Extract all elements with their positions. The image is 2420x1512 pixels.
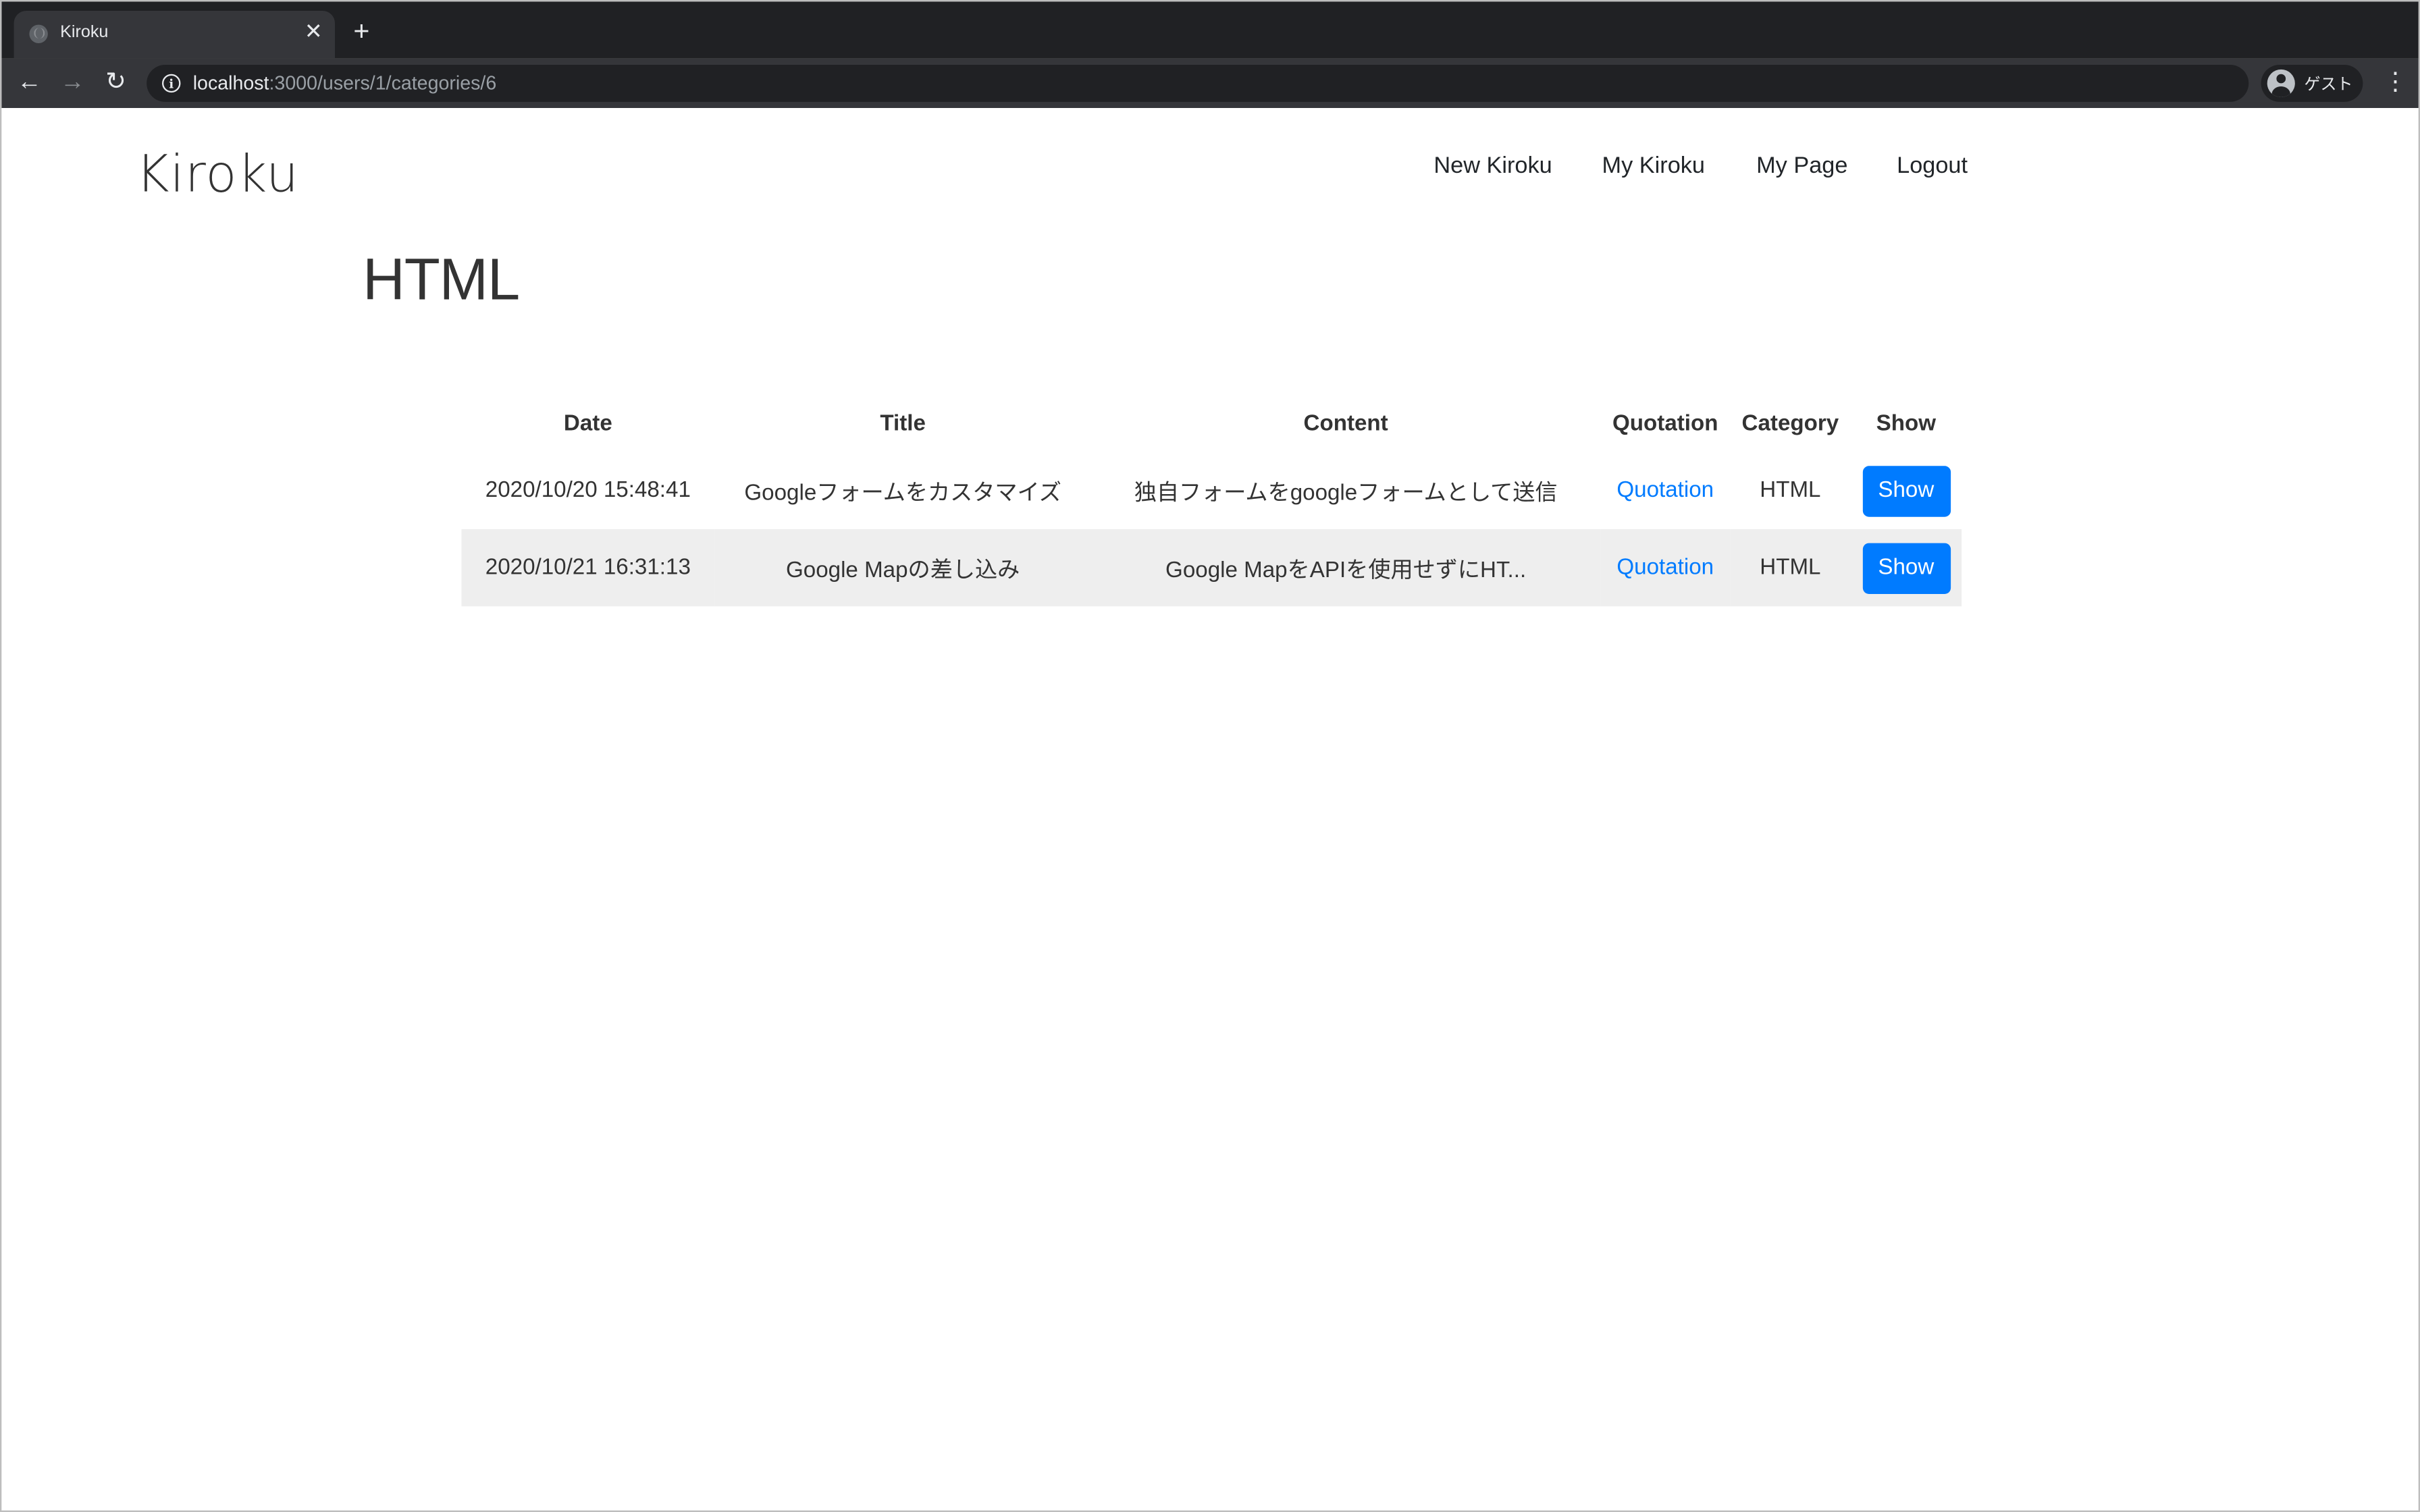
- url-text: localhost:3000/users/1/categories/6: [193, 72, 497, 94]
- cell-quotation: Quotation: [1600, 452, 1730, 529]
- profile-label: ゲスト: [2304, 75, 2353, 94]
- quotation-link[interactable]: Quotation: [1616, 556, 1714, 580]
- tab-strip: Kiroku ✕ +: [1, 1, 2419, 59]
- column-header-quotation: Quotation: [1612, 412, 1718, 437]
- reload-icon[interactable]: ↻: [99, 66, 132, 100]
- cell-date: 2020/10/21 16:31:13: [461, 529, 715, 607]
- browser-tab[interactable]: Kiroku ✕: [14, 10, 335, 59]
- new-tab-icon[interactable]: +: [353, 17, 369, 45]
- back-arrow-icon[interactable]: ←: [12, 66, 46, 100]
- show-button[interactable]: Show: [1862, 465, 1950, 516]
- show-button[interactable]: Show: [1862, 542, 1950, 593]
- cell-content: 独自フォームをgoogleフォームとして送信: [1134, 480, 1558, 506]
- cell-quotation: Quotation: [1600, 529, 1731, 607]
- browser-toolbar: ← → ↻ i localhost:3000/users/1/categorie…: [1, 58, 2419, 108]
- column-header-date: Date: [563, 412, 612, 437]
- cell-content: Google MapをAPIを使用せずにHT...: [1090, 529, 1601, 607]
- nav-my-page[interactable]: My Page: [1756, 153, 1847, 179]
- cell-title: Googleフォームをカスタマイズ: [744, 480, 1061, 506]
- cell-date: 2020/10/20 15:48:41: [485, 478, 691, 504]
- column-header-show: Show: [1876, 412, 1937, 437]
- forward-arrow-icon[interactable]: →: [55, 66, 89, 100]
- browser-window: Kiroku ✕ + ← → ↻ i localhost:3000/users/…: [0, 0, 2420, 1512]
- cell-title: Google Mapの差し込み: [714, 529, 1091, 607]
- tab-title: Kiroku: [60, 23, 109, 42]
- column-header-title: Title: [880, 412, 926, 437]
- url-host: localhost: [192, 72, 269, 94]
- close-icon[interactable]: ✕: [305, 20, 323, 42]
- kiroku-table: Date Title Content Quotation Category Sh…: [461, 396, 1962, 607]
- cell-show: Show: [1850, 529, 1962, 607]
- cell-category: HTML: [1730, 529, 1851, 607]
- globe-icon: [29, 24, 48, 43]
- account-icon: [2267, 69, 2295, 97]
- info-icon[interactable]: i: [161, 74, 181, 93]
- quotation-link[interactable]: Quotation: [1616, 479, 1714, 504]
- table-row: 2020/10/21 16:31:13 Google Mapの差し込み Goog…: [461, 529, 1962, 607]
- nav-new-kiroku[interactable]: New Kiroku: [1433, 153, 1552, 179]
- profile-button[interactable]: ゲスト: [2261, 64, 2363, 102]
- column-header-content: Content: [1303, 412, 1388, 437]
- table-header-row: Date Title Content Quotation Category Sh…: [461, 396, 1962, 452]
- nav-my-kiroku[interactable]: My Kiroku: [1602, 153, 1705, 179]
- url-path: :3000/users/1/categories/6: [269, 72, 497, 94]
- column-header-category: Category: [1741, 412, 1839, 437]
- cell-category: HTML: [1760, 478, 1821, 504]
- cell-show: Show: [1851, 452, 1962, 529]
- table-row: 2020/10/20 15:48:41 Googleフォームをカスタマイズ 独自…: [461, 452, 1962, 529]
- address-bar[interactable]: i localhost:3000/users/1/categories/6: [147, 64, 2249, 102]
- site-logo[interactable]: Kiroku: [136, 144, 299, 204]
- nav-logout[interactable]: Logout: [1897, 153, 1968, 179]
- page-title: HTML: [363, 248, 520, 313]
- more-options-icon[interactable]: ⋮: [2383, 66, 2408, 100]
